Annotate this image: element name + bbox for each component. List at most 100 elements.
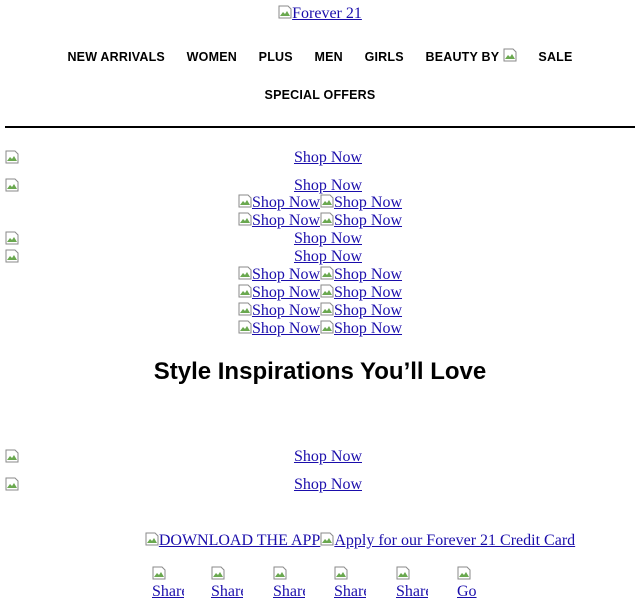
broken-image-icon [145,532,159,546]
shop-now-label: Shop Now [293,476,362,493]
credit-card-label: Apply for our Forever 21 Credit Card [334,532,576,549]
shop-now-link[interactable]: Shop Now [294,248,362,265]
broken-image-icon [238,212,252,226]
section-heading: Style Inspirations You’ll Love [153,358,487,385]
banner-cta: Shop Now [0,230,640,248]
shop-now-link[interactable]: Shop Now [320,302,402,319]
broken-image-icon [152,566,166,580]
footer-links: DOWNLOAD THE APP Apply for our Forever 21… [0,532,640,550]
shop-now-link[interactable]: Shop Now [238,266,320,283]
broken-image-icon [238,266,252,280]
banner-pair-row: Shop Now Shop Now [0,194,640,212]
shop-now-label: Shop Now [334,320,403,337]
banner-pair-row: Shop Now Shop Now [0,302,640,320]
nav-special-offers[interactable]: SPECIAL OFFERS [0,88,640,102]
broken-image-icon [238,302,252,316]
shop-now-label: Shop Now [251,266,320,283]
shop-now-link[interactable]: Shop Now [238,320,320,337]
shop-now-label: Shop Now [251,194,320,211]
shop-now-label: Shop Now [251,302,320,319]
shop-now-label: Shop Now [293,248,362,265]
shop-now-link[interactable]: Shop Now [320,212,402,229]
social-label: Share [211,584,243,600]
logo-alt-text: Forever 21 [292,5,362,22]
shop-now-label: Shop Now [251,320,320,337]
broken-image-icon [320,194,334,208]
shop-now-label: Shop Now [334,302,403,319]
nav-new-arrivals[interactable]: NEW ARRIVALS [67,50,165,64]
broken-image-icon [211,566,225,580]
broken-image-icon [278,5,292,19]
banner-cta: Shop Now [0,149,640,167]
broken-image-icon [320,532,334,546]
shop-now-link[interactable]: Shop Now [238,284,320,301]
shop-now-label: Shop Now [293,230,362,247]
broken-image-icon [320,320,334,334]
shop-now-label: Shop Now [293,177,362,194]
nav-women[interactable]: WOMEN [187,50,237,64]
shop-now-link[interactable]: Shop Now [238,302,320,319]
shop-now-label: Shop Now [334,266,403,283]
broken-image-icon [320,266,334,280]
shop-now-link[interactable]: Shop Now [294,149,362,166]
broken-image-icon [320,212,334,226]
shop-now-link[interactable]: Shop Now [238,212,320,229]
shop-now-link[interactable]: Shop Now [294,448,362,465]
broken-image-icon [238,284,252,298]
banner-cta: Shop Now [0,476,640,494]
shop-now-link[interactable]: Shop Now [238,194,320,211]
nav-girls[interactable]: GIRLS [365,50,404,64]
credit-card-link[interactable]: Apply for our Forever 21 Credit Card [320,532,575,549]
shop-now-link[interactable]: Shop Now [294,230,362,247]
broken-image-icon [238,194,252,208]
shop-now-link[interactable]: Shop Now [320,194,402,211]
social-label: Share [152,584,184,600]
banner-cta: Shop Now [0,448,640,466]
share-link[interactable]: Share [211,566,243,600]
share-link[interactable]: Share [273,566,305,600]
shop-now-label: Shop Now [334,284,403,301]
shop-now-link[interactable]: Shop Now [294,177,362,194]
nav-beauty-label: BEAUTY BY [425,50,500,64]
shop-now-label: Shop Now [334,194,403,211]
go-link[interactable]: Go [457,566,489,600]
shop-now-label: Shop Now [334,212,403,229]
banner-pair-row: Shop Now Shop Now [0,320,640,338]
shop-now-label: Shop Now [251,212,320,229]
shop-now-link[interactable]: Shop Now [320,266,402,283]
shop-now-link[interactable]: Shop Now [320,320,402,337]
banner-pair-row: Shop Now Shop Now [0,284,640,302]
banner-pair-row: Shop Now Shop Now [0,212,640,230]
nav-beauty[interactable]: BEAUTY BY [425,48,520,64]
nav-plus[interactable]: PLUS [259,50,293,64]
header-divider [5,126,635,128]
logo-link[interactable]: Forever 21 [278,5,362,22]
nav-men[interactable]: MEN [315,50,343,64]
nav-sale[interactable]: SALE [538,50,572,64]
share-link[interactable]: Share [152,566,184,600]
broken-image-icon [320,302,334,316]
banner-cta: Shop Now [0,177,640,195]
shop-now-label: Shop Now [251,284,320,301]
download-app-link[interactable]: DOWNLOAD THE APP [145,532,320,549]
broken-image-icon [457,566,471,580]
share-link[interactable]: Share [396,566,428,600]
social-label: Share [273,584,305,600]
social-label: Go [457,584,477,600]
logo[interactable]: Forever 21 [0,5,640,23]
broken-image-icon [238,320,252,334]
banner-cta: Shop Now [0,248,640,266]
broken-image-icon [396,566,410,580]
banner-pair-row: Shop Now Shop Now [0,266,640,284]
broken-image-icon [334,566,348,580]
share-link[interactable]: Share [334,566,366,600]
shop-now-label: Shop Now [293,149,362,166]
shop-now-link[interactable]: Shop Now [320,284,402,301]
social-label: Share [396,584,428,600]
broken-image-icon [503,48,517,62]
social-label: Share [334,584,366,600]
main-nav: NEW ARRIVALS WOMEN PLUS MEN GIRLS BEAUTY… [0,48,640,64]
download-app-label: DOWNLOAD THE APP [158,532,321,549]
shop-now-link[interactable]: Shop Now [294,476,362,493]
broken-image-icon [320,284,334,298]
